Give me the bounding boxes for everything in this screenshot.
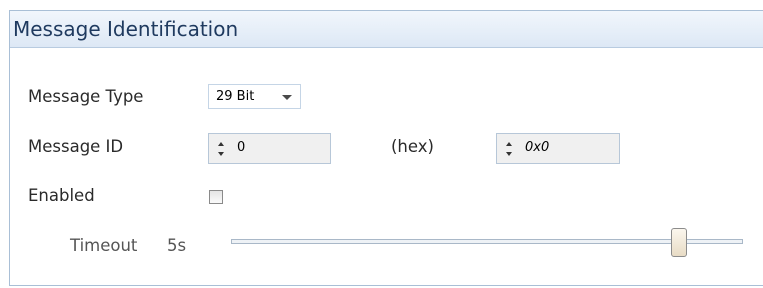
spin-arrows-icon[interactable] xyxy=(216,140,226,158)
chevron-down-icon[interactable] xyxy=(282,95,292,100)
message-id-value: 0 xyxy=(237,140,246,155)
timeout-slider-track[interactable] xyxy=(231,239,743,244)
enabled-label: Enabled xyxy=(28,186,95,205)
message-id-label: Message ID xyxy=(28,137,124,156)
message-type-label: Message Type xyxy=(28,87,144,106)
panel-title: Message Identification xyxy=(13,17,239,41)
hex-label: (hex) xyxy=(391,137,434,156)
timeout-value: 5s xyxy=(167,236,187,255)
timeout-label: Timeout xyxy=(70,236,138,255)
panel-header: Message Identification xyxy=(10,11,763,48)
enabled-checkbox[interactable] xyxy=(209,190,223,204)
message-type-value: 29 Bit xyxy=(216,89,255,104)
spin-arrows-icon[interactable] xyxy=(504,140,514,158)
message-id-hex-spinner[interactable]: 0x0 xyxy=(496,133,620,164)
message-id-hex-value: 0x0 xyxy=(525,140,550,155)
timeout-slider-thumb[interactable] xyxy=(671,228,687,257)
message-id-spinner[interactable]: 0 xyxy=(208,133,331,164)
message-identification-panel: Message Identification Message Type 29 B… xyxy=(9,10,763,286)
message-type-dropdown[interactable]: 29 Bit xyxy=(208,84,301,109)
